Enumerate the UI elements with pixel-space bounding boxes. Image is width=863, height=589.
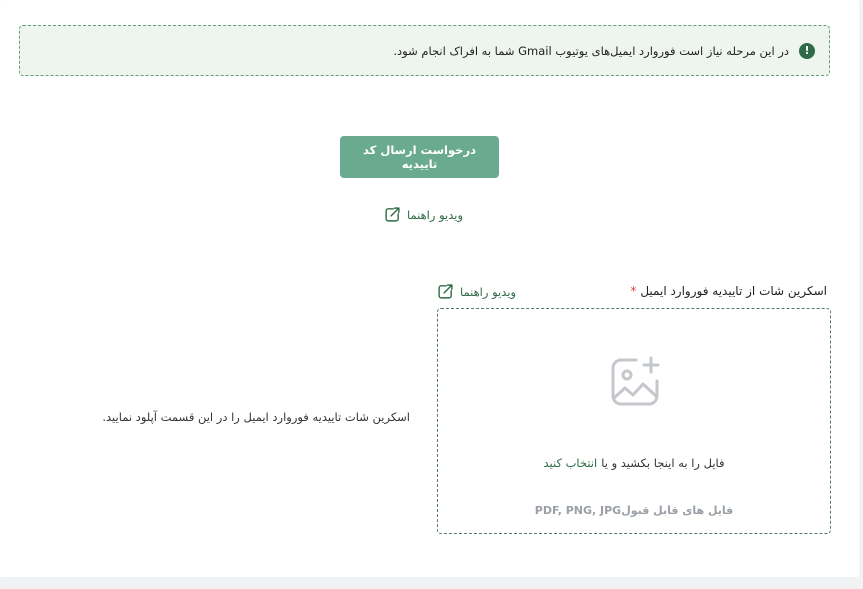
upload-video-guide-link[interactable]: ویدیو راهنما [437,283,516,300]
external-link-icon [438,284,453,299]
video-guide-label: ویدیو راهنما [407,207,464,222]
choose-file-link[interactable]: انتخاب کنید [543,456,597,470]
notice-text: در این مرحله نیاز است فوروارد ایمیل‌های … [393,43,789,58]
exclamation-icon: ! [799,42,815,59]
screenshot-field-label: اسکرین شات از تاییدیه فوروارد ایمیل* [630,284,827,298]
drop-instructions: فایل را به اینجا بکشید و یاانتخاب کنید [543,456,725,470]
accepted-file-types: فایل های قابل قبولPDF, PNG, JPG [534,504,734,517]
external-link-icon [385,207,400,222]
file-dropzone[interactable]: فایل را به اینجا بکشید و یاانتخاب کنید ف… [437,308,831,534]
image-add-icon [611,356,660,406]
request-code-button[interactable]: درخواست ارسال کد تاییدیه [340,136,499,178]
upload-hint-text: اسکرین شات تاییدیه فوروارد ایمیل را در ا… [102,410,410,424]
info-notice: ! در این مرحله نیاز است فوروارد ایمیل‌ها… [19,25,830,76]
main-card: ! در این مرحله نیاز است فوروارد ایمیل‌ها… [0,0,859,577]
video-guide-link[interactable]: ویدیو راهنما [384,206,463,223]
upload-video-guide-label: ویدیو راهنما [460,284,517,299]
required-mark: * [630,284,637,298]
